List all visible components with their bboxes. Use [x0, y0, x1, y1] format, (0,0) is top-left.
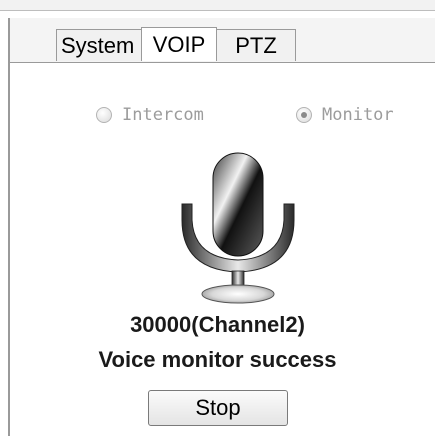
stop-button[interactable]: Stop	[148, 390, 288, 426]
status-message: Voice monitor success	[98, 347, 337, 372]
intercom-radio[interactable]: Intercom	[96, 105, 204, 125]
tab-system[interactable]: System	[56, 29, 142, 61]
channel-status: 30000(Channel2)	[130, 312, 305, 337]
monitor-label: Monitor	[322, 105, 394, 125]
tab-ptz[interactable]: PTZ	[216, 29, 296, 61]
microphone-icon	[181, 152, 295, 304]
intercom-radio-button[interactable]	[96, 107, 112, 123]
tab-bar: System VOIP PTZ	[56, 27, 296, 62]
monitor-radio[interactable]: Monitor	[296, 105, 394, 125]
monitor-radio-button[interactable]	[296, 107, 312, 123]
window-top-edge	[0, 0, 435, 11]
intercom-label: Intercom	[122, 105, 204, 125]
tab-voip[interactable]: VOIP	[141, 27, 217, 61]
